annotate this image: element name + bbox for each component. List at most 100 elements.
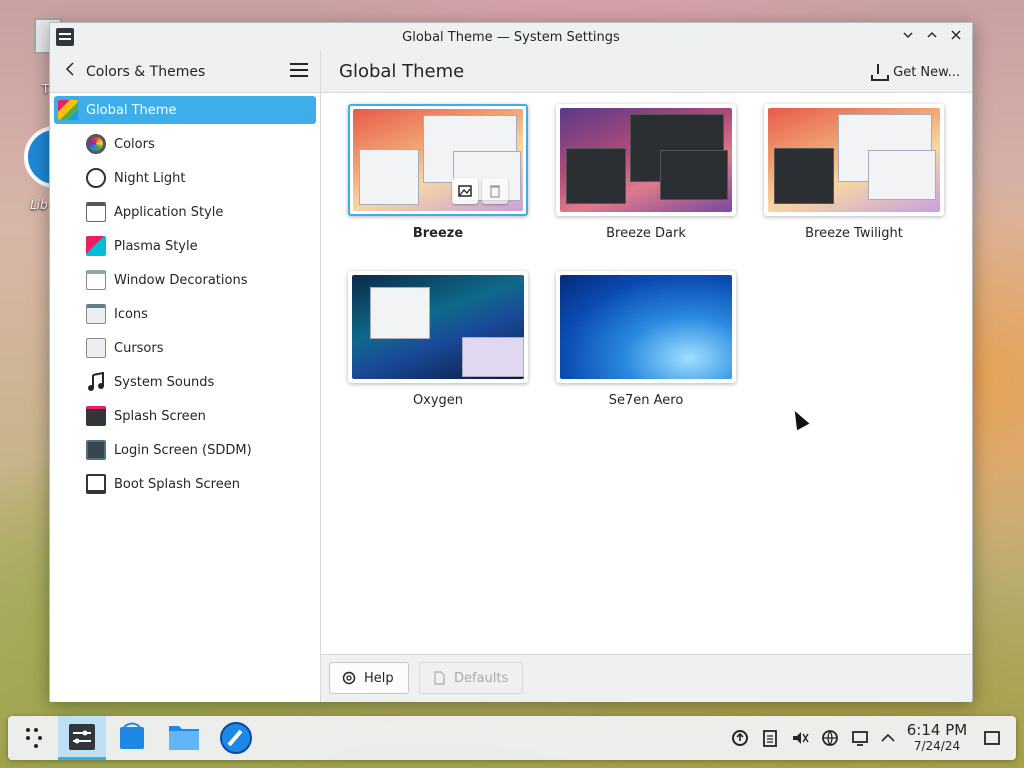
launcher-icon xyxy=(26,728,42,748)
clipboard-icon[interactable] xyxy=(760,728,780,748)
clock-time: 6:14 PM xyxy=(906,721,968,739)
footer-bar: Help Defaults xyxy=(321,654,972,702)
hamburger-icon xyxy=(290,69,308,71)
document-revert-icon xyxy=(432,671,446,685)
defaults-label: Defaults xyxy=(454,670,509,686)
help-label: Help xyxy=(364,670,394,686)
sidebar-item-label: Login Screen (SDDM) xyxy=(114,442,252,458)
sidebar-item-label: System Sounds xyxy=(114,374,215,390)
theme-preview[interactable] xyxy=(348,104,528,216)
titlebar[interactable]: Global Theme — System Settings xyxy=(50,23,972,51)
maximize-button[interactable] xyxy=(922,27,942,47)
application-launcher-button[interactable] xyxy=(10,716,58,760)
theme-preview[interactable] xyxy=(764,104,944,216)
updates-icon[interactable] xyxy=(730,728,750,748)
chevron-up-icon xyxy=(927,32,937,38)
sidebar-item-plasma-style[interactable]: Plasma Style xyxy=(54,232,316,260)
sidebar-item-system-sounds[interactable]: System Sounds xyxy=(54,368,316,396)
chevron-up-icon xyxy=(881,733,895,742)
system-settings-app-icon[interactable] xyxy=(56,28,74,46)
sidebar-item-cursors[interactable]: Cursors xyxy=(54,334,316,362)
theme-preview[interactable] xyxy=(348,271,528,383)
boot-splash-icon xyxy=(86,474,106,494)
system-settings-icon xyxy=(69,724,95,750)
trash-icon xyxy=(490,185,500,198)
theme-actions xyxy=(452,178,508,204)
help-icon xyxy=(342,671,356,685)
hamburger-icon xyxy=(290,75,308,77)
hamburger-menu-button[interactable] xyxy=(290,63,308,79)
back-button[interactable] xyxy=(58,60,82,84)
sidebar-item-label: Icons xyxy=(114,306,148,322)
get-new-button[interactable]: Get New... xyxy=(869,60,960,84)
theme-preview-image xyxy=(768,108,940,212)
taskbar-discover[interactable] xyxy=(108,716,156,760)
theme-name: Breeze xyxy=(412,226,464,241)
network-icon[interactable] xyxy=(820,728,840,748)
theme-preview[interactable] xyxy=(556,104,736,216)
sidebar-item-label: Window Decorations xyxy=(114,272,248,288)
clock[interactable]: 6:14 PM 7/24/24 xyxy=(904,721,970,754)
sidebar-item-window-decorations[interactable]: Window Decorations xyxy=(54,266,316,294)
plasma-style-icon xyxy=(86,236,106,256)
sidebar-item-application-style[interactable]: Application Style xyxy=(54,198,316,226)
sidebar-item-colors[interactable]: Colors xyxy=(54,130,316,158)
sidebar: Global Theme Colors Night Light Applicat… xyxy=(50,94,320,702)
show-hidden-icons-button[interactable] xyxy=(878,728,898,748)
colors-icon xyxy=(86,134,106,154)
hamburger-icon xyxy=(290,63,308,65)
delete-button[interactable] xyxy=(482,178,508,204)
theme-name: Breeze Dark xyxy=(606,226,686,241)
libreoffice-icon xyxy=(220,722,252,754)
window-title: Global Theme — System Settings xyxy=(402,29,620,45)
defaults-button[interactable]: Defaults xyxy=(419,662,524,694)
sidebar-item-icons[interactable]: Icons xyxy=(54,300,316,328)
sidebar-item-splash-screen[interactable]: Splash Screen xyxy=(54,402,316,430)
download-icon xyxy=(869,63,890,81)
sidebar-item-night-light[interactable]: Night Light xyxy=(54,164,316,192)
sidebar-item-boot-splash-screen[interactable]: Boot Splash Screen xyxy=(54,470,316,498)
theme-name: Oxygen xyxy=(412,393,464,408)
sidebar-section-title: Colors & Themes xyxy=(86,63,206,80)
theme-grid: Breeze Breeze Dark Breeze Twilight Oxyge… xyxy=(321,94,972,654)
discover-icon xyxy=(120,722,144,749)
theme-preview-image xyxy=(352,275,524,379)
sidebar-item-login-screen[interactable]: Login Screen (SDDM) xyxy=(54,436,316,464)
sidebar-header: Colors & Themes xyxy=(50,51,320,93)
theme-preview-image xyxy=(560,108,732,212)
sidebar-item-label: Plasma Style xyxy=(114,238,198,254)
sidebar-item-label: Colors xyxy=(114,136,155,152)
display-icon[interactable] xyxy=(850,728,870,748)
system-settings-window: Global Theme — System Settings Colors & … xyxy=(49,22,973,702)
cursors-icon xyxy=(86,338,106,358)
minimize-button[interactable] xyxy=(898,27,918,47)
global-theme-icon xyxy=(58,100,78,120)
theme-preview[interactable] xyxy=(556,271,736,383)
sidebar-item-label: Global Theme xyxy=(86,102,177,118)
sidebar-item-global-theme[interactable]: Global Theme xyxy=(54,96,316,124)
chevron-left-icon xyxy=(65,61,74,76)
taskbar-file-manager[interactable] xyxy=(160,716,208,760)
folder-icon xyxy=(169,726,199,750)
clock-date: 7/24/24 xyxy=(913,739,961,753)
volume-muted-icon[interactable] xyxy=(790,728,810,748)
login-screen-icon xyxy=(86,440,106,460)
sidebar-item-label: Cursors xyxy=(114,340,164,356)
close-button[interactable] xyxy=(946,27,966,47)
window-decorations-icon xyxy=(86,270,106,290)
show-desktop-button[interactable] xyxy=(982,728,1002,748)
preview-button[interactable] xyxy=(452,178,478,204)
image-icon xyxy=(458,185,472,197)
theme-preview-image xyxy=(560,275,732,379)
taskbar-libreoffice[interactable] xyxy=(212,716,260,760)
desktop-icon-label: Lib xyxy=(30,198,48,212)
taskbar-system-settings[interactable] xyxy=(58,716,106,760)
sidebar-item-label: Boot Splash Screen xyxy=(114,476,240,492)
taskbar: 6:14 PM 7/24/24 xyxy=(8,716,1016,760)
page-title: Global Theme xyxy=(339,61,465,82)
sidebar-item-label: Night Light xyxy=(114,170,186,186)
get-new-label: Get New... xyxy=(893,64,960,80)
application-style-icon xyxy=(86,202,106,222)
theme-name: Se7en Aero xyxy=(608,393,684,408)
help-button[interactable]: Help xyxy=(329,662,409,694)
